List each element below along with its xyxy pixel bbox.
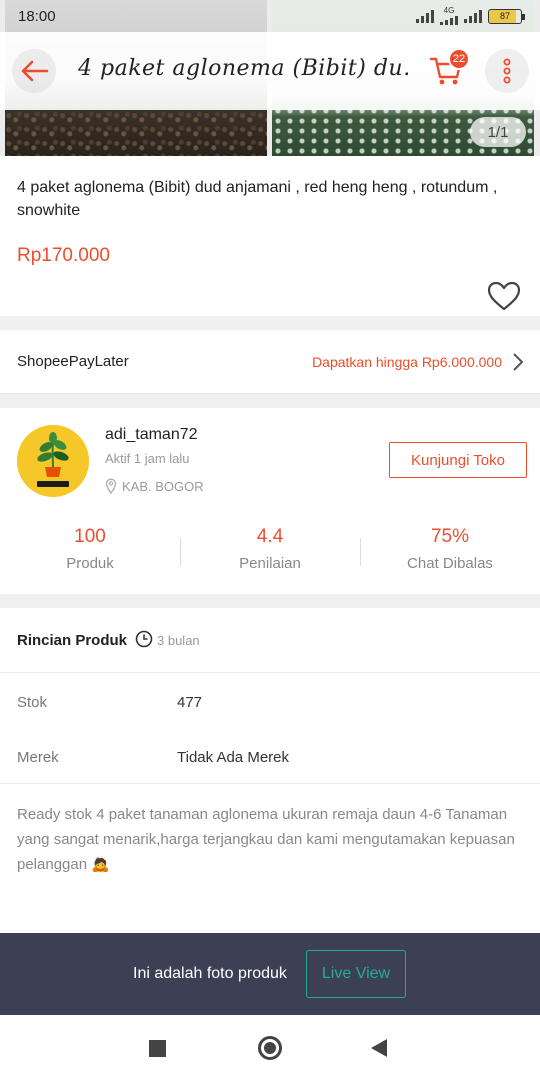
- shop-location: KAB. BOGOR: [122, 479, 204, 494]
- status-icons: 4G 87: [416, 6, 525, 25]
- section-divider: [0, 394, 540, 408]
- shop-stats: 100 Produk 4.4 Penilaian 75% Chat Dibala…: [0, 520, 540, 580]
- stat-label: Produk: [66, 555, 114, 572]
- stock-label: Stok: [17, 694, 48, 711]
- signal-icon-2: [440, 15, 458, 25]
- battery-icon: 87: [488, 8, 525, 24]
- shop-avatar[interactable]: [17, 425, 89, 497]
- stat-chat-reply[interactable]: 75% Chat Dibalas: [360, 520, 540, 580]
- stat-value: 4.4: [256, 526, 284, 547]
- back-arrow-icon: [21, 60, 49, 82]
- product-info: 4 paket aglonema (Bibit) dud anjamani , …: [0, 156, 540, 316]
- details-title: Rincian Produk: [17, 632, 128, 649]
- back-button[interactable]: [12, 49, 56, 93]
- stat-value: 100: [74, 526, 106, 547]
- product-details: Rincian Produk 3 bulan Stok 477 Merek Ti…: [0, 608, 540, 933]
- paylater-offer: Dapatkan hingga Rp6.000.000: [312, 354, 502, 370]
- cart-count-badge: 22: [448, 48, 470, 70]
- location-pin-icon: [105, 478, 117, 494]
- stat-label: Penilaian: [239, 555, 301, 572]
- signal-icon: [416, 9, 434, 23]
- heart-icon[interactable]: [486, 280, 522, 312]
- signal-icon-3: [464, 9, 482, 23]
- more-options-button[interactable]: [485, 49, 529, 93]
- shop-section: adi_taman72 Aktif 1 jam lalu KAB. BOGOR …: [0, 408, 540, 594]
- details-age: 3 bulan: [157, 633, 200, 648]
- top-header: 4 paket aglonema (Bibit) du‥: [0, 32, 540, 110]
- live-view-banner: Ini adalah foto produk Live View: [0, 933, 540, 1015]
- network-type: 4G: [443, 6, 455, 15]
- chevron-right-icon: [513, 353, 524, 371]
- brand-value: Tidak Ada Merek: [177, 749, 289, 766]
- home-icon[interactable]: [258, 1036, 282, 1060]
- image-counter: 1/1: [470, 117, 526, 147]
- clock-icon: [135, 630, 153, 648]
- shop-name[interactable]: adi_taman72: [105, 426, 198, 444]
- recent-apps-icon[interactable]: [149, 1040, 166, 1057]
- stat-products[interactable]: 100 Produk: [0, 520, 180, 580]
- android-nav-bar: [0, 1015, 540, 1080]
- stat-rating[interactable]: 4.4 Penilaian: [180, 520, 360, 580]
- back-icon[interactable]: [371, 1039, 387, 1057]
- product-title: 4 paket aglonema (Bibit) dud anjamani , …: [17, 179, 498, 219]
- paylater-row[interactable]: ShopeePayLater Dapatkan hingga Rp6.000.0…: [0, 330, 540, 394]
- section-divider: [0, 316, 540, 330]
- plant-logo-icon: [17, 425, 89, 497]
- brand-label: Merek: [17, 749, 59, 766]
- stock-value: 477: [177, 694, 203, 711]
- live-view-button[interactable]: Live View: [306, 950, 406, 998]
- divider: [0, 783, 540, 784]
- stat-label: Chat Dibalas: [407, 555, 493, 572]
- status-bar: 18:00 4G 87: [0, 0, 540, 32]
- banner-text: Ini adalah foto produk: [133, 965, 287, 982]
- header-title: 4 paket aglonema (Bibit) du‥: [78, 56, 408, 81]
- visit-shop-button[interactable]: Kunjungi Toko: [389, 442, 527, 478]
- status-time: 18:00: [18, 7, 56, 25]
- section-divider: [0, 594, 540, 608]
- divider: [0, 672, 540, 673]
- stat-value: 75%: [430, 526, 470, 547]
- more-vert-icon: [503, 58, 511, 84]
- product-description: Ready stok 4 paket tanaman aglonema ukur…: [17, 806, 515, 873]
- paylater-label: ShopeePayLater: [17, 353, 129, 370]
- battery-level: 87: [499, 11, 510, 21]
- shop-active-status: Aktif 1 jam lalu: [105, 451, 190, 466]
- product-price: Rp170.000: [17, 245, 110, 266]
- product-detail-screen: 18:00 4G 87 4 paket aglonema (Bibit) du‥…: [0, 0, 540, 1080]
